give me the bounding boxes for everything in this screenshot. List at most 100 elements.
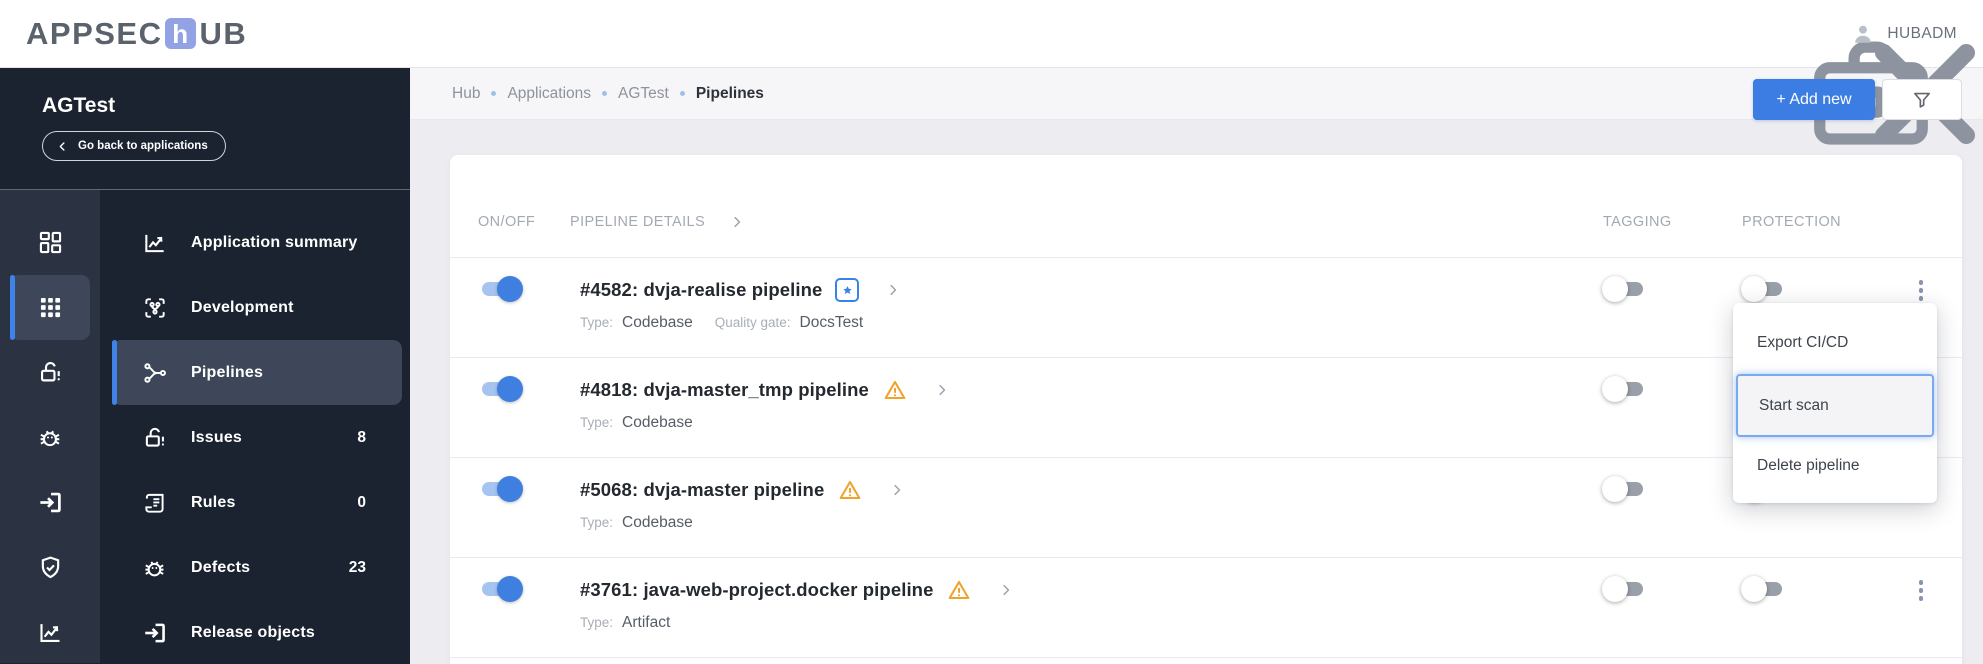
rail-release-exit-icon[interactable]: [10, 470, 90, 535]
tools-icon[interactable]: [1775, 19, 1805, 49]
protection-toggle[interactable]: [1741, 276, 1786, 302]
warning-icon: [946, 577, 972, 603]
rail-chart-icon[interactable]: [10, 600, 90, 664]
type-value: Codebase: [622, 514, 693, 531]
sidebar-item-issues[interactable]: Issues 8: [112, 405, 402, 470]
sidebar-item-pipelines[interactable]: Pipelines: [112, 340, 402, 405]
warning-icon: [882, 377, 908, 403]
tagging-toggle[interactable]: [1602, 476, 1647, 502]
application-name: AGTest: [42, 94, 116, 117]
breadcrumb-hub[interactable]: Hub: [452, 85, 480, 103]
column-tagging: TAGGING: [1603, 214, 1672, 230]
open-pipeline-chevron-icon[interactable]: [934, 382, 950, 398]
tagging-toggle[interactable]: [1602, 376, 1647, 402]
defects-count-badge: 23: [348, 558, 366, 576]
context-menu-item-start-scan[interactable]: Start scan: [1736, 374, 1934, 437]
sidebar-item-defects[interactable]: Defects 23: [112, 535, 402, 600]
breadcrumb-dot: [491, 91, 497, 96]
appsechub-window: APPSEC h UB HUBADM AGTest Go back to app…: [0, 0, 1983, 664]
go-back-button[interactable]: Go back to applications: [42, 131, 226, 161]
menu-label: Application summary: [191, 233, 358, 251]
username[interactable]: HUBADM: [1887, 25, 1957, 43]
summary-chart-icon: [142, 230, 168, 256]
tagging-toggle[interactable]: [1602, 276, 1647, 302]
type-value: Artifact: [622, 614, 671, 631]
sidebar-item-development[interactable]: Development: [112, 275, 402, 340]
logo-text-prefix: APPSEC: [26, 15, 163, 51]
menu-label: Defects: [191, 558, 251, 576]
icon-rail: [0, 190, 100, 663]
issues-count-badge: 8: [357, 428, 366, 446]
breadcrumb-applications[interactable]: Applications: [507, 85, 591, 103]
type-label: Type:: [580, 515, 614, 530]
sidebar-menu: Application summary Development Pipeline…: [100, 190, 410, 663]
scroll-icon: [142, 490, 168, 516]
sidebar: AGTest Go back to applications Applicati…: [0, 68, 410, 664]
exit-icon: [142, 620, 168, 646]
sidebar-item-release-objects[interactable]: Release objects: [112, 600, 402, 664]
sidebar-item-application-summary[interactable]: Application summary: [112, 210, 402, 275]
row-kebab-menu-icon[interactable]: [1912, 278, 1930, 303]
logo-text-suffix: UB: [199, 15, 248, 51]
warning-icon: [837, 477, 863, 503]
tagging-toggle[interactable]: [1602, 576, 1647, 602]
add-new-button[interactable]: + Add new: [1753, 79, 1875, 120]
table-header: ON/OFF PIPELINE DETAILS TAGGING PROTECTI…: [450, 155, 1962, 258]
quality-gate-value: DocsTest: [799, 314, 864, 331]
open-pipeline-chevron-icon[interactable]: [998, 582, 1014, 598]
pipeline-title: #4582: dvja-realise pipeline: [580, 279, 823, 300]
pipeline-onoff-toggle[interactable]: [478, 576, 523, 602]
menu-label: Development: [191, 298, 294, 316]
pipeline-details-cell: #5068: dvja-master pipeline Type: Codeba…: [570, 458, 1603, 557]
funnel-icon: [1911, 89, 1933, 111]
quality-gate-label: Quality gate:: [714, 315, 791, 330]
rules-count-badge: 0: [357, 493, 366, 511]
logo-accent-h: h: [165, 18, 197, 49]
user-icon: [1849, 20, 1877, 48]
column-pipeline-details: PIPELINE DETAILS: [570, 214, 706, 230]
type-label: Type:: [580, 315, 614, 330]
briefcase-icon[interactable]: [1721, 19, 1751, 49]
filter-button[interactable]: [1882, 79, 1962, 120]
pipeline-row: #3761: java-web-project.docker pipeline …: [450, 558, 1962, 658]
pipeline-onoff-toggle[interactable]: [478, 376, 523, 402]
open-pipeline-chevron-icon[interactable]: [889, 482, 905, 498]
type-label: Type:: [580, 615, 614, 630]
sidebar-item-rules[interactable]: Rules 0: [112, 470, 402, 535]
rail-shield-icon[interactable]: [10, 535, 90, 600]
type-value: Codebase: [622, 314, 693, 331]
rail-dashboard-icon[interactable]: [10, 210, 90, 275]
go-back-label: Go back to applications: [78, 140, 208, 152]
pipeline-onoff-toggle[interactable]: [478, 476, 523, 502]
rail-applications-icon[interactable]: [10, 275, 90, 340]
column-on-off: ON/OFF: [478, 214, 536, 230]
breadcrumb-dot: [602, 91, 608, 96]
menu-label: Rules: [191, 493, 236, 511]
expand-details-chevron-icon[interactable]: [729, 214, 745, 230]
development-icon: [142, 295, 168, 321]
back-chevron-icon: [56, 140, 69, 153]
pipeline-details-cell: #4582: dvja-realise pipeline Type: Codeb…: [570, 258, 1603, 357]
protection-toggle[interactable]: [1741, 576, 1786, 602]
pipeline-title: #3761: java-web-project.docker pipeline: [580, 579, 934, 600]
context-menu-item-export-cicd[interactable]: Export CI/CD: [1733, 303, 1937, 374]
row-kebab-menu-icon[interactable]: [1912, 578, 1930, 603]
rail-issues-lock-icon[interactable]: [10, 340, 90, 405]
top-bar: APPSEC h UB HUBADM: [0, 0, 1983, 68]
pipeline-details-cell: #3761: java-web-project.docker pipeline …: [570, 558, 1603, 657]
menu-label: Pipelines: [191, 363, 264, 381]
breadcrumb-agtest[interactable]: AGTest: [618, 85, 669, 103]
appsechub-logo: APPSEC h UB: [26, 16, 247, 52]
breadcrumb-dot: [679, 91, 685, 96]
rail-defects-bug-icon[interactable]: [10, 405, 90, 470]
pipeline-details-cell: #4818: dvja-master_tmp pipeline Type: Co…: [570, 358, 1603, 457]
menu-label: Issues: [191, 428, 243, 446]
main-content: Hub Applications AGTest Pipelines + Add …: [410, 68, 1983, 664]
bug-icon: [142, 555, 168, 581]
pipeline-title: #5068: dvja-master pipeline: [580, 479, 825, 500]
sidebar-body: Application summary Development Pipeline…: [0, 190, 410, 663]
pipeline-onoff-toggle[interactable]: [478, 276, 523, 302]
open-pipeline-chevron-icon[interactable]: [885, 282, 901, 298]
pipeline-context-menu: Export CI/CD Start scan Delete pipeline: [1733, 303, 1937, 503]
context-menu-item-delete-pipeline[interactable]: Delete pipeline: [1733, 437, 1937, 503]
